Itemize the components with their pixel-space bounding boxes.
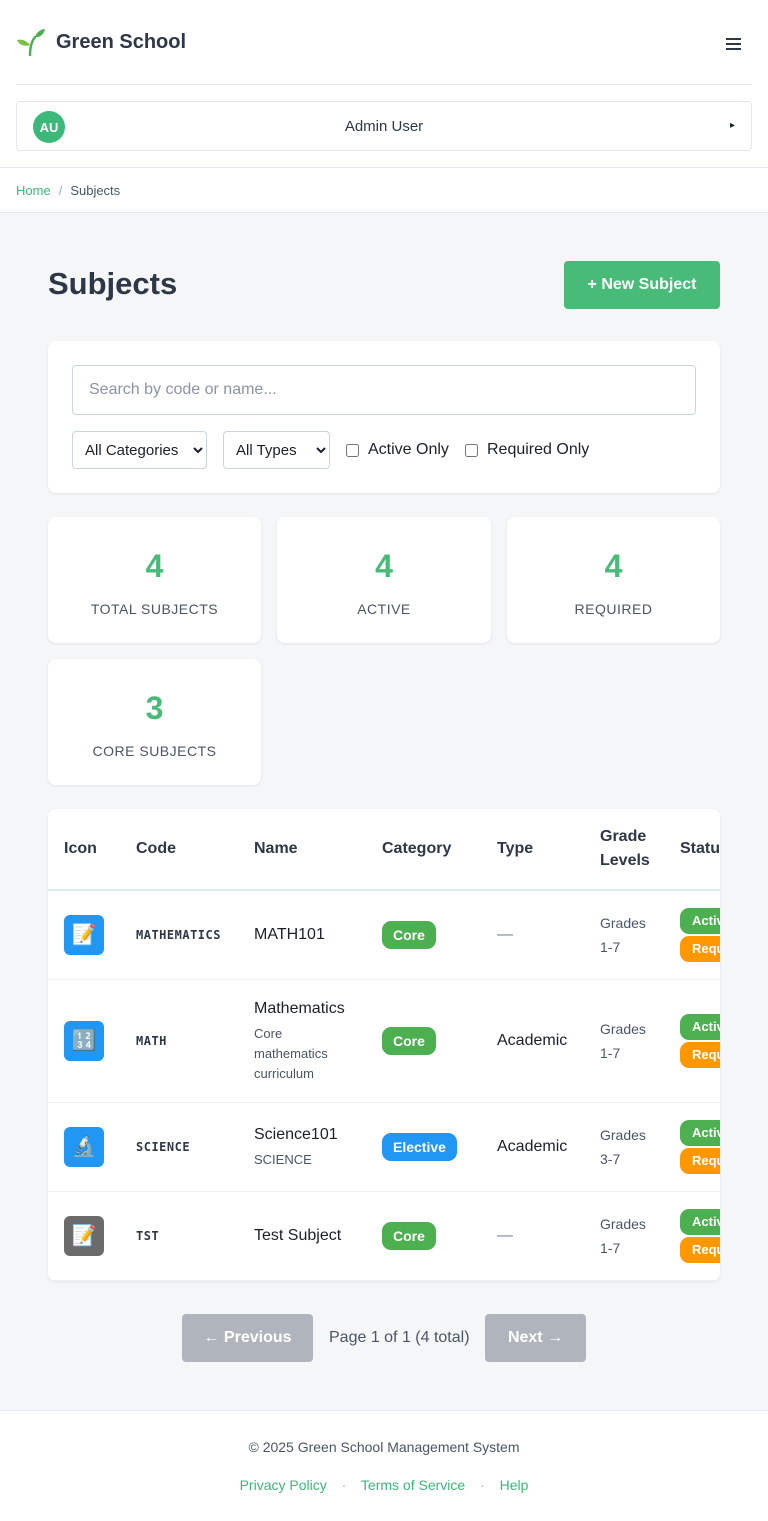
- subject-code: MATHEMATICS: [136, 927, 221, 942]
- category-badge: Elective: [382, 1132, 457, 1161]
- table-header-row: Icon Code Name Category Type Grade Level…: [48, 809, 720, 891]
- subject-description: SCIENCE: [254, 1151, 312, 1167]
- stat-value: 4: [604, 548, 623, 584]
- header-divider: [16, 84, 752, 85]
- header-code[interactable]: Code: [120, 809, 238, 891]
- grade-levels: Grades 1-7: [600, 914, 646, 955]
- active-status-badge: Active: [680, 1013, 720, 1040]
- breadcrumb: Home / Subjects: [0, 168, 768, 213]
- category-select[interactable]: All Categories: [72, 431, 207, 469]
- header-type[interactable]: Type: [481, 809, 584, 891]
- stat-card-total: 4 TOTAL SUBJECTS: [48, 517, 261, 643]
- stat-label: TOTAL SUBJECTS: [90, 601, 219, 617]
- stat-card-core: 3 CORE SUBJECTS: [48, 659, 261, 785]
- header-category[interactable]: Category: [366, 809, 481, 891]
- breadcrumb-current: Subjects: [70, 182, 121, 198]
- app-header: Green School AU Admin User ▸: [0, 0, 768, 168]
- user-name: Admin User: [344, 117, 424, 135]
- subject-type: Academic: [497, 1031, 568, 1049]
- category-badge: Core: [382, 1221, 436, 1250]
- subject-type: —: [497, 1226, 513, 1244]
- stat-card-required: 4 REQUIRED: [507, 517, 720, 643]
- new-subject-button[interactable]: + New Subject: [564, 261, 720, 309]
- help-link[interactable]: Help: [500, 1477, 529, 1493]
- required-only-filter[interactable]: Required Only: [465, 441, 589, 459]
- active-only-checkbox[interactable]: [346, 443, 359, 457]
- footer-separator: ·: [480, 1477, 485, 1493]
- grade-levels: Grades 3-7: [600, 1126, 646, 1167]
- stat-value: 3: [145, 690, 164, 726]
- privacy-policy-link[interactable]: Privacy Policy: [240, 1477, 327, 1493]
- search-input[interactable]: [72, 365, 696, 415]
- table-row[interactable]: 📝 TST Test Subject Core — Grades 1-7 Act…: [48, 1191, 720, 1281]
- required-status-badge: Required: [680, 1147, 720, 1174]
- required-status-badge: Required: [680, 1236, 720, 1263]
- subjects-table: Icon Code Name Category Type Grade Level…: [48, 809, 720, 1281]
- stat-label: CORE SUBJECTS: [92, 743, 217, 759]
- footer-separator: ·: [341, 1477, 347, 1493]
- required-only-checkbox[interactable]: [465, 443, 478, 457]
- microscope-icon: 🔬: [64, 1126, 104, 1167]
- subject-description: Core mathematics curriculum: [254, 1025, 328, 1081]
- page-info: Page 1 of 1 (4 total): [329, 1329, 470, 1346]
- required-status-badge: Required: [680, 1041, 720, 1068]
- subject-code: SCIENCE: [136, 1139, 191, 1154]
- numbers-icon: 🔢: [64, 1020, 104, 1061]
- caret-right-icon: ▸: [729, 120, 735, 131]
- footer: © 2025 Green School Management System Pr…: [0, 1410, 768, 1521]
- required-only-label: Required Only: [487, 441, 590, 458]
- grade-levels: Grades 1-7: [600, 1020, 646, 1061]
- stat-label: REQUIRED: [574, 601, 653, 617]
- brand-name: Green School: [56, 30, 187, 53]
- hamburger-menu-icon[interactable]: [724, 34, 744, 54]
- footer-links: Privacy Policy · Terms of Service · Help: [0, 1477, 768, 1493]
- active-only-filter[interactable]: Active Only: [346, 441, 449, 459]
- page-title: Subjects: [48, 266, 178, 301]
- breadcrumb-home-link[interactable]: Home: [16, 183, 51, 198]
- subject-name: Test Subject: [254, 1226, 342, 1244]
- avatar: AU: [33, 111, 65, 143]
- active-status-badge: Active: [680, 907, 720, 934]
- type-select[interactable]: All Types: [223, 431, 330, 469]
- subject-code: TST: [136, 1228, 160, 1243]
- memo-icon: 📝: [64, 914, 104, 955]
- terms-of-service-link[interactable]: Terms of Service: [361, 1477, 465, 1493]
- subject-type: —: [497, 925, 513, 943]
- subject-name: MATH101: [254, 925, 325, 943]
- sprout-logo-icon: [17, 29, 45, 56]
- subject-code: MATH: [136, 1033, 167, 1048]
- subject-name: Mathematics: [254, 999, 345, 1017]
- stat-value: 4: [375, 548, 393, 584]
- table-row[interactable]: 🔬 SCIENCE Science101 SCIENCE Elective Ac…: [48, 1102, 720, 1192]
- subject-type: Academic: [497, 1137, 568, 1155]
- category-badge: Core: [382, 920, 436, 949]
- user-menu[interactable]: AU Admin User ▸: [16, 101, 752, 151]
- filter-panel: All Categories All Types Active Only Req…: [48, 341, 720, 493]
- stat-card-active: 4 ACTIVE: [277, 517, 491, 643]
- active-only-label: Active Only: [368, 441, 449, 458]
- grade-levels: Grades 1-7: [600, 1215, 646, 1256]
- active-status-badge: Active: [680, 1208, 720, 1235]
- category-badge: Core: [382, 1026, 436, 1055]
- header-grade-levels[interactable]: Grade Levels: [584, 809, 664, 891]
- header-name[interactable]: Name: [238, 809, 366, 891]
- copyright: © 2025 Green School Management System: [248, 1439, 520, 1455]
- required-status-badge: Required: [680, 935, 720, 962]
- stat-label: ACTIVE: [357, 601, 411, 617]
- subject-name: Science101: [254, 1125, 338, 1143]
- table-row[interactable]: 🔢 MATH Mathematics Core mathematics curr…: [48, 979, 720, 1103]
- active-status-badge: Active: [680, 1119, 720, 1146]
- breadcrumb-separator: /: [58, 182, 63, 198]
- header-status[interactable]: Status: [664, 809, 720, 891]
- subjects-table-container[interactable]: Icon Code Name Category Type Grade Level…: [48, 809, 720, 1281]
- stat-value: 4: [145, 548, 164, 584]
- previous-page-button[interactable]: ← Previous: [182, 1314, 313, 1362]
- table-row[interactable]: 📝 MATHEMATICS MATH101 Core — Grades 1-7 …: [48, 890, 720, 980]
- header-icon: Icon: [48, 809, 120, 891]
- next-page-button[interactable]: Next →: [485, 1314, 586, 1362]
- memo-icon: 📝: [64, 1215, 104, 1256]
- brand[interactable]: Green School: [16, 28, 186, 56]
